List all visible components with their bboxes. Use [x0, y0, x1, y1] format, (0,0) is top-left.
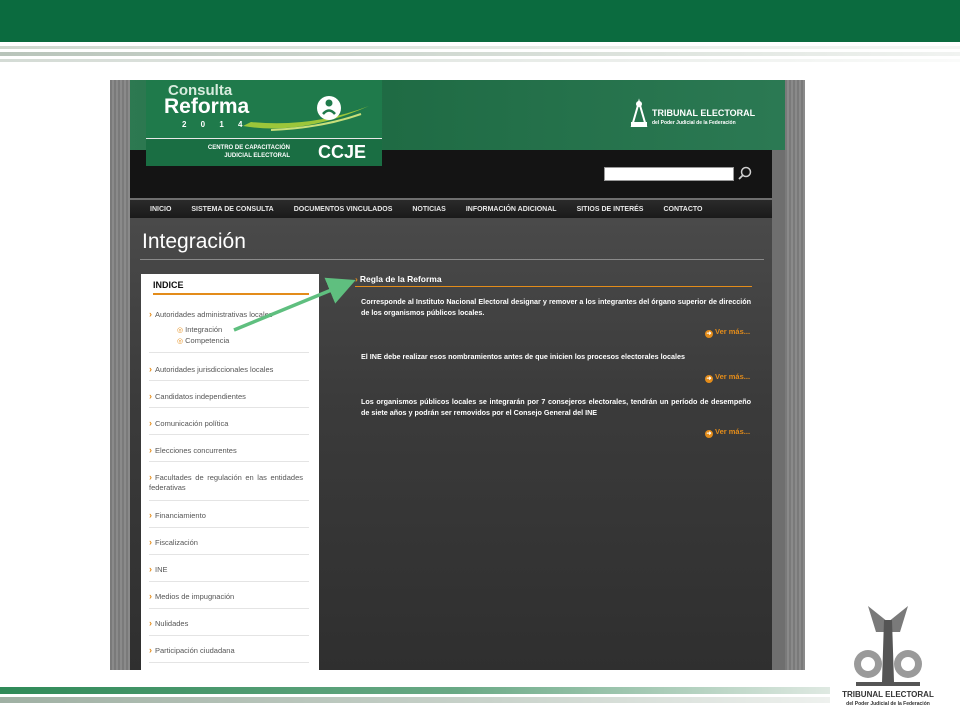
slide-header-stripe	[0, 52, 960, 56]
slide-footer-stripe	[0, 687, 830, 694]
slide-header-stripe	[0, 46, 960, 49]
slide-footer-stripe	[0, 697, 830, 703]
website-screenshot: Consulta Reforma 2 0 1 4 CENTRO DE CAPAC…	[110, 80, 805, 670]
corner-logo-name: TRIBUNAL ELECTORAL	[842, 690, 934, 699]
tribunal-corner-logo: TRIBUNAL ELECTORAL del Poder Judicial de…	[838, 602, 938, 712]
slide-header-stripe	[0, 59, 960, 62]
slide-header-bar	[0, 0, 960, 42]
annotation-arrow-icon	[233, 277, 356, 332]
corner-logo-sub: del Poder Judicial de la Federación	[846, 701, 930, 707]
presentation-slide: Consulta Reforma 2 0 1 4 CENTRO DE CAPAC…	[0, 0, 960, 720]
tribunal-emblem-icon	[854, 606, 922, 686]
